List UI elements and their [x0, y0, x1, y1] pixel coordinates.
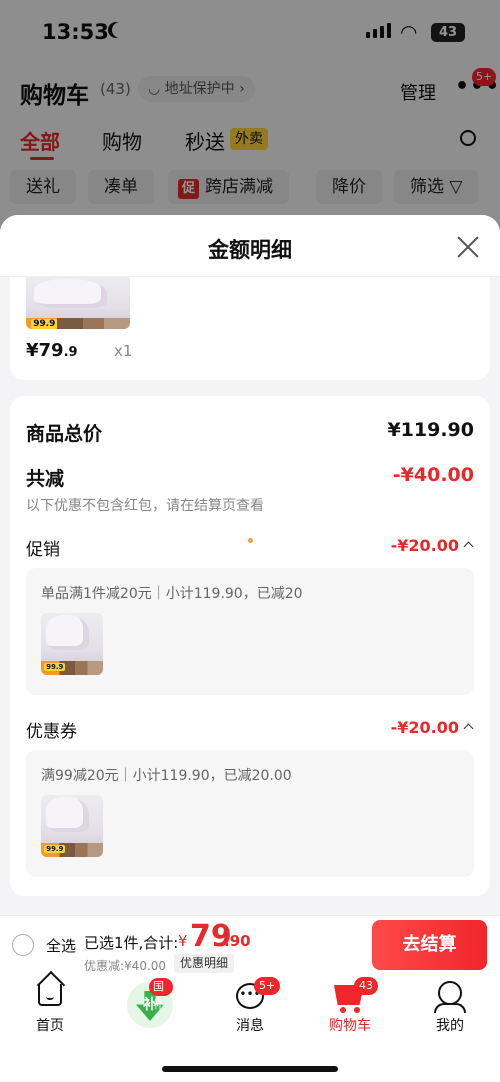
user-icon-body [434, 1003, 466, 1013]
coupon-label: 优惠券 [26, 722, 77, 742]
home-indicator [162, 1066, 338, 1072]
checkout-button[interactable]: 去结算 [372, 920, 487, 970]
product-qty: x1 [114, 342, 133, 360]
indicator-dot [248, 538, 253, 543]
promo-label: 促销 [26, 540, 60, 560]
total-label: 商品总价 [26, 423, 103, 445]
promo-value: -¥20.00 [390, 536, 459, 555]
coupon-desc: 满99减20元｜小计119.90，已减20.00 [41, 768, 292, 784]
total-amount-dec: .90 [224, 932, 251, 950]
select-all-label[interactable]: 全选 [46, 935, 76, 956]
coupon-product-thumbnail[interactable]: 99.9 [41, 795, 103, 857]
promo-product-thumbnail[interactable]: 99.9 [41, 613, 103, 675]
coupon-value: -¥20.00 [390, 718, 459, 737]
selection-summary: 已选1件,合计: [84, 934, 179, 952]
nav-cart-label: 购物车 [329, 1018, 371, 1034]
promo-detail-box: 单品满1件减20元｜小计119.90，已减20 99.9 [26, 568, 474, 695]
product-card: 99.9 ¥79.9 x1 [10, 277, 490, 380]
close-icon[interactable] [456, 235, 480, 259]
subsidy-button[interactable]: 补 国补 [127, 978, 173, 1028]
total-value: ¥119.90 [387, 419, 474, 441]
price-banner: 99.9 [26, 317, 130, 329]
price-breakdown-card: 商品总价 ¥119.90 共减 -¥40.00 以下优惠不包含红包，请在结算页查… [10, 396, 490, 896]
message-badge: 5+ [254, 977, 281, 995]
product-price: ¥79.9 [26, 340, 78, 361]
cart-badge: 43 [354, 977, 378, 995]
user-icon [438, 981, 462, 1005]
nav-message-label: 消息 [236, 1018, 264, 1034]
banner-price: 99.9 [44, 663, 66, 672]
sheet-header: 金额明细 [0, 215, 500, 277]
chevron-up-icon [463, 541, 474, 552]
saved-amount: 优惠减:¥40.00 [84, 959, 167, 973]
promo-desc: 单品满1件减20元｜小计119.90，已减20 [41, 586, 303, 602]
price-banner: 99.9 [41, 661, 103, 675]
total-currency: ¥ [178, 932, 188, 950]
home-icon [38, 984, 62, 1006]
coupon-toggle[interactable]: -¥20.00 [390, 718, 474, 737]
coupon-detail-box: 满99减20元｜小计119.90，已减20.00 99.9 [26, 750, 474, 877]
nav-home-label: 首页 [36, 1018, 64, 1034]
subsidy-badge: 国补 [149, 978, 173, 1011]
promo-toggle[interactable]: -¥20.00 [390, 536, 474, 555]
shoe-image [45, 615, 90, 650]
reduce-note: 以下优惠不包含红包，请在结算页查看 [26, 498, 264, 514]
amount-detail-sheet: 99.9 ¥79.9 x1 商品总价 ¥119.90 共减 -¥40.00 以下… [0, 215, 500, 915]
discount-detail-button[interactable]: 优惠明细 [174, 954, 235, 973]
select-all-radio[interactable] [12, 934, 34, 956]
banner-price: 99.9 [44, 845, 66, 854]
shoe-image [34, 279, 108, 308]
chevron-up-icon [463, 723, 474, 734]
sheet-title: 金额明细 [208, 238, 292, 262]
nav-me-label: 我的 [436, 1018, 464, 1034]
price-main: ¥79 [26, 340, 64, 361]
cart-wheel [340, 1007, 346, 1013]
cart-wheel [354, 1007, 360, 1013]
product-thumbnail[interactable]: 99.9 [26, 277, 130, 329]
price-banner: 99.9 [41, 843, 103, 857]
reduce-label: 共减 [26, 468, 65, 490]
checkout-bar: 全选 已选1件,合计: ¥ 79 .90 优惠减:¥40.00 优惠明细 去结算 [0, 915, 500, 975]
banner-price: 99.9 [31, 319, 58, 329]
subsidy-char: 补 [143, 997, 157, 1013]
shoe-image [45, 797, 90, 832]
reduce-value: -¥40.00 [392, 464, 474, 486]
price-decimal: .9 [63, 345, 78, 360]
